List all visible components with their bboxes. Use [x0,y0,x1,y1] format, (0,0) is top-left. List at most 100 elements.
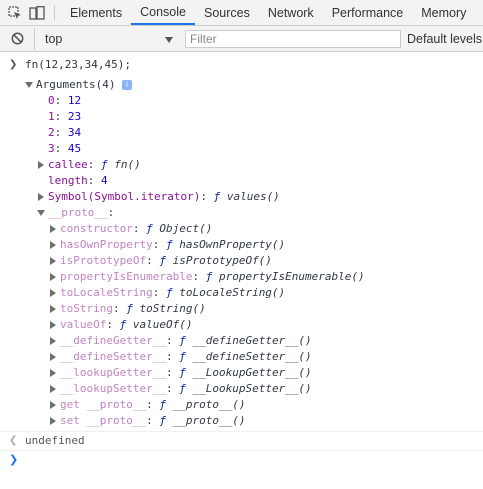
property-key: get __proto__ [60,398,147,411]
property-value: __proto__() [172,398,246,411]
property-key: set __proto__ [60,414,147,427]
argument-key: 3 [48,142,55,155]
property-value: values() [226,190,280,203]
callee-row[interactable]: callee: ƒ fn() [0,157,483,173]
property-key: __lookupGetter__ [60,366,166,379]
function-glyph: ƒ [179,382,186,395]
tab-elements[interactable]: Elements [61,0,131,25]
result-text: undefined [25,434,85,447]
context-selector[interactable]: top [34,27,179,50]
property-key: hasOwnProperty [60,238,153,251]
function-glyph: ƒ [165,286,173,299]
tabbar-divider [54,5,55,20]
argument-key: 1 [48,110,55,123]
info-icon[interactable]: i [122,80,132,90]
function-glyph: ƒ [159,254,166,267]
proto-item-row[interactable]: hasOwnProperty: ƒ hasOwnProperty() [0,237,483,253]
tab-network[interactable]: Network [259,0,323,25]
property-value: toString() [139,302,206,315]
function-glyph: ƒ [179,334,186,347]
property-key: propertyIsEnumerable [60,270,193,283]
proto-item-row[interactable]: propertyIsEnumerable: ƒ propertyIsEnumer… [0,269,483,285]
property-value: propertyIsEnumerable() [218,270,365,283]
property-key: callee [48,158,88,171]
property-value: hasOwnProperty() [179,238,286,251]
result-arrow-icon: ❮ [9,435,18,446]
command-prompt-icon: ❯ [9,59,18,70]
argument-value: 45 [67,142,82,155]
expand-arrow-icon[interactable] [25,82,33,88]
expand-arrow-icon[interactable] [50,289,56,297]
tab-performance[interactable]: Performance [323,0,413,25]
proto-item-row[interactable]: __lookupSetter__: ƒ __LookupSetter__() [0,381,483,397]
proto-item-row[interactable]: toLocaleString: ƒ toLocaleString() [0,285,483,301]
expand-arrow-icon[interactable] [50,385,56,393]
property-key: isPrototypeOf [60,254,147,267]
iterator-row[interactable]: Symbol(Symbol.iterator): ƒ values() [0,189,483,205]
console-prompt[interactable]: ❯ [0,450,483,469]
expand-arrow-icon[interactable] [50,257,56,265]
expand-arrow-icon[interactable] [38,161,44,169]
expand-arrow-icon[interactable] [50,417,56,425]
clear-console-icon[interactable] [0,26,34,52]
expand-arrow-icon[interactable] [50,273,56,281]
arguments-label: Arguments(4) [36,78,116,91]
function-glyph: ƒ [159,398,166,411]
tab-console[interactable]: Console [131,0,195,25]
property-value: Object() [159,222,213,235]
tab-memory[interactable]: Memory [412,0,475,25]
argument-row: 1: 23 [48,110,82,123]
function-glyph: ƒ [101,158,108,171]
dropdown-arrow-icon [165,32,173,46]
command-text: fn(12,23,34,45); [25,58,131,71]
length-row: length: 4 [48,174,108,187]
function-glyph: ƒ [159,414,166,427]
function-glyph: ƒ [126,302,133,315]
property-value: __defineSetter__() [192,350,312,363]
property-value: fn() [114,158,141,171]
proto-item-row[interactable]: __defineGetter__: ƒ __defineGetter__() [0,333,483,349]
arguments-header[interactable]: Arguments(4) i [0,77,483,93]
proto-item-row[interactable]: get __proto__: ƒ __proto__() [0,397,483,413]
property-key: __proto__ [48,206,108,219]
command-row: ❯ fn(12,23,34,45); [0,57,483,73]
argument-row: 0: 12 [48,94,82,107]
property-value: valueOf() [132,318,193,331]
argument-key: 0 [48,94,55,107]
inspect-element-icon[interactable] [4,0,26,26]
tab-sources[interactable]: Sources [195,0,259,25]
property-value: 4 [101,174,108,187]
expand-arrow-icon[interactable] [50,369,56,377]
proto-item-row[interactable]: __defineSetter__: ƒ __defineSetter__() [0,349,483,365]
log-levels-dropdown[interactable]: Default levels [407,32,482,46]
expand-arrow-icon[interactable] [37,210,45,216]
expand-arrow-icon[interactable] [50,401,56,409]
property-key: valueOf [60,318,107,331]
proto-item-row[interactable]: __lookupGetter__: ƒ __LookupGetter__() [0,365,483,381]
expand-arrow-icon[interactable] [38,193,44,201]
expand-arrow-icon[interactable] [50,225,56,233]
function-glyph: ƒ [119,318,127,331]
proto-item-row[interactable]: valueOf: ƒ valueOf() [0,317,483,333]
proto-item-row[interactable]: toString: ƒ toString() [0,301,483,317]
expand-arrow-icon[interactable] [50,321,56,329]
property-key: toString [60,302,113,315]
device-toolbar-icon[interactable] [26,0,48,26]
argument-value: 23 [67,110,82,123]
property-key: Symbol(Symbol.iterator) [48,190,201,203]
filter-input[interactable] [185,29,401,48]
proto-item-row[interactable]: set __proto__: ƒ __proto__() [0,413,483,429]
expand-arrow-icon[interactable] [50,241,56,249]
expand-arrow-icon[interactable] [50,337,56,345]
property-key: length [48,174,88,187]
property-key: __defineSetter__ [60,350,166,363]
property-value: __proto__() [172,414,246,427]
proto-item-row[interactable]: isPrototypeOf: ƒ isPrototypeOf() [0,253,483,269]
proto-item-row[interactable]: constructor: ƒ Object() [0,221,483,237]
function-glyph: ƒ [146,222,153,235]
property-key: constructor [60,222,133,235]
expand-arrow-icon[interactable] [50,305,56,313]
proto-row[interactable]: __proto__: [0,205,483,221]
argument-value: 12 [67,94,82,107]
expand-arrow-icon[interactable] [50,353,56,361]
